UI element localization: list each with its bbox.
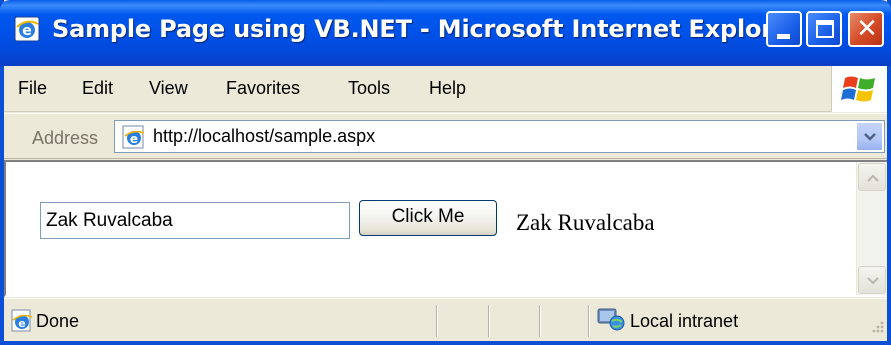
chevron-down-icon (864, 133, 876, 141)
close-icon: ✕ (856, 14, 878, 44)
vertical-scrollbar[interactable] (856, 162, 887, 295)
name-input[interactable] (40, 202, 350, 239)
click-me-button[interactable]: Click Me (359, 200, 497, 236)
page-content: Click Me Zak Ruvalcaba (4, 160, 887, 297)
windows-flag-icon (841, 76, 875, 102)
status-bar: e Done Local intranet (4, 298, 887, 341)
menu-favorites[interactable]: Favorites (226, 78, 300, 99)
menu-file[interactable]: File (18, 78, 47, 99)
window-title: Sample Page using VB.NET - Microsoft Int… (52, 15, 801, 43)
status-divider (436, 305, 438, 337)
zone-text: Local intranet (630, 311, 739, 331)
address-field[interactable]: e http://localhost/sample.aspx (114, 120, 885, 153)
address-url: http://localhost/sample.aspx (153, 126, 376, 146)
ie-page-icon: e (121, 124, 147, 154)
menu-tools[interactable]: Tools (348, 78, 390, 99)
menu-edit[interactable]: Edit (82, 78, 113, 99)
ie-logo-icon: e (12, 14, 42, 44)
status-text: Done (36, 311, 80, 331)
svg-text:e: e (22, 23, 32, 39)
output-label: Zak Ruvalcaba (516, 210, 655, 235)
minimize-button[interactable] (766, 11, 802, 47)
menu-view[interactable]: View (149, 78, 188, 99)
menu-bar: File Edit View Favorites Tools Help (4, 66, 887, 112)
maximize-button[interactable] (806, 11, 842, 47)
arrow-down-icon (867, 277, 879, 285)
maximize-icon (816, 20, 834, 38)
status-divider (488, 305, 490, 337)
address-bar: Address e http://localhost/sample.aspx (4, 113, 887, 159)
status-divider (588, 305, 590, 337)
status-divider (539, 305, 541, 337)
windows-logo-area (831, 66, 887, 112)
scroll-down-button[interactable] (858, 266, 886, 294)
scroll-up-button[interactable] (858, 163, 886, 191)
address-label: Address (32, 128, 99, 148)
svg-text:e: e (18, 317, 25, 330)
ie-page-icon: e (10, 309, 34, 337)
svg-text:e: e (130, 132, 138, 146)
minimize-icon (777, 34, 790, 39)
menu-help[interactable]: Help (429, 78, 466, 99)
browser-window: e Sample Page using VB.NET - Microsoft I… (0, 0, 891, 345)
resize-grip-icon[interactable] (869, 318, 885, 338)
title-bar[interactable]: e Sample Page using VB.NET - Microsoft I… (0, 0, 891, 66)
local-intranet-icon (596, 307, 626, 337)
address-dropdown-button[interactable] (856, 122, 883, 151)
arrow-up-icon (867, 174, 879, 182)
close-button[interactable]: ✕ (848, 11, 884, 47)
